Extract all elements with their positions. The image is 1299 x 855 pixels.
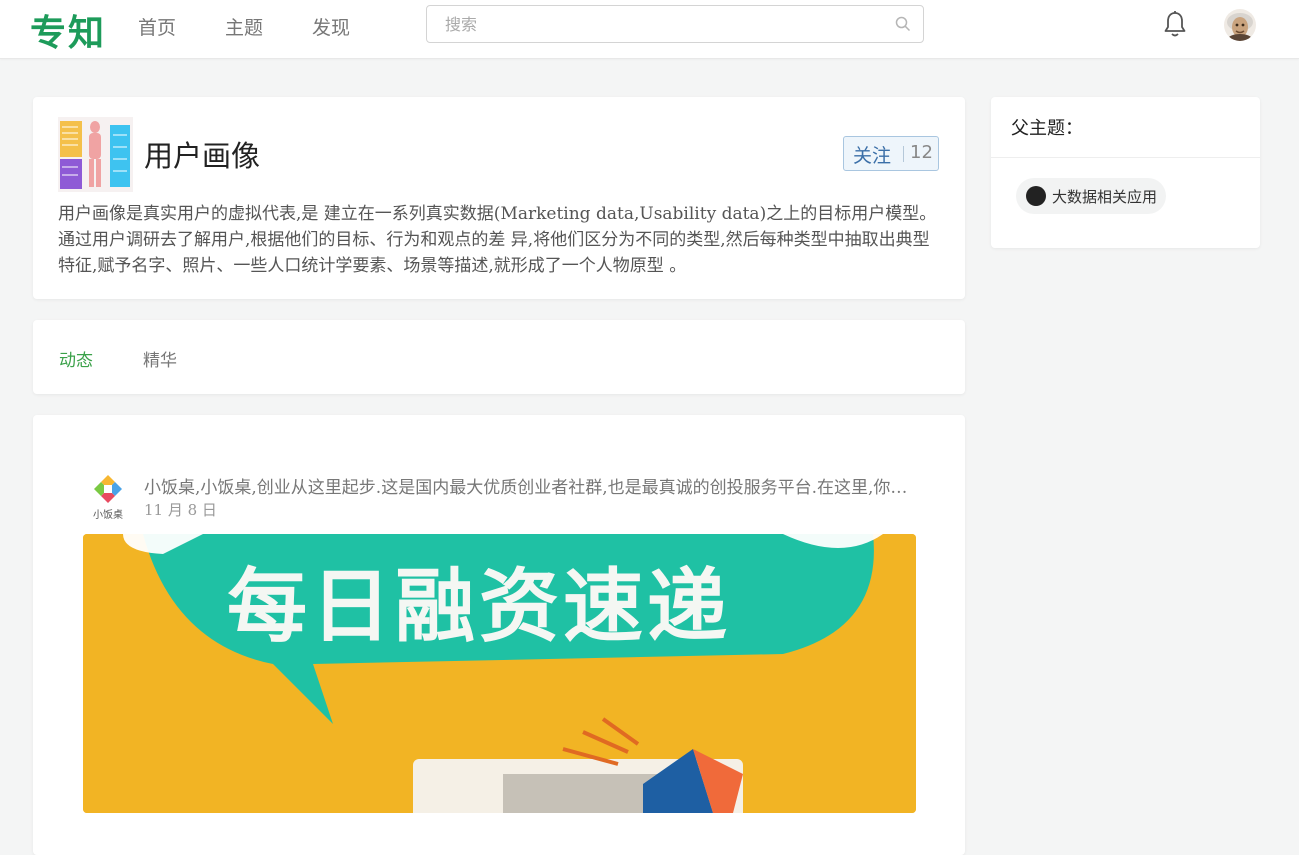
topic-description: 用户画像是真实用户的虚拟代表,是 建立在一系列真实数据(Marketing da… <box>58 204 937 276</box>
parent-topic-label: 大数据相关应用 <box>1052 188 1158 206</box>
top-navigation-bar: 专知 首页 主题 发现 <box>0 0 1299 59</box>
cover-headline: 每日融资速递 <box>227 560 731 653</box>
source-logo-icon <box>94 475 122 503</box>
topic-thumbnail <box>58 117 133 192</box>
nav-discover[interactable]: 发现 <box>312 13 350 40</box>
topic-avatar-icon <box>1026 186 1046 206</box>
follow-label: 关注 <box>853 145 892 167</box>
nav-home[interactable]: 首页 <box>138 13 176 40</box>
tab-activity[interactable]: 动态 <box>59 346 93 371</box>
tab-featured[interactable]: 精华 <box>143 346 177 371</box>
article-cover-image[interactable]: 每日融资速递 <box>83 534 916 813</box>
source-name[interactable]: 小饭桌,小饭桌,创业从这里起步.这是国内最大优质创业者社群,也是最真诚的创投服务… <box>144 473 919 498</box>
feed-item-card: 小饭桌 小饭桌,小饭桌,创业从这里起步.这是国内最大优质创业者社群,也是最真诚的… <box>33 415 965 855</box>
topic-header-card: 用户画像 关注 12 用户画像是真实用户的虚拟代表,是 建立在一系列真实数据(M… <box>33 97 965 299</box>
nav-topics[interactable]: 主题 <box>225 13 263 40</box>
notification-bell-icon[interactable] <box>1162 10 1188 38</box>
feed-tabs: 动态 精华 <box>33 320 965 394</box>
source-logo-caption: 小饭桌 <box>93 510 123 521</box>
site-logo[interactable]: 专知 <box>30 4 106 56</box>
post-date: 11 月 8 日 <box>144 501 217 519</box>
avatar-portrait-icon <box>1224 9 1256 41</box>
search-box <box>426 5 924 43</box>
parent-topic-card: 父主题： 大数据相关应用 <box>991 97 1260 248</box>
search-icon[interactable] <box>895 16 911 32</box>
search-input[interactable] <box>427 6 903 42</box>
source-logo[interactable]: 小饭桌 <box>89 473 127 521</box>
follow-divider <box>903 146 904 162</box>
user-avatar[interactable] <box>1224 9 1256 41</box>
parent-topic-tag[interactable]: 大数据相关应用 <box>1016 178 1166 214</box>
follower-count: 12 <box>910 142 933 163</box>
divider <box>991 157 1260 158</box>
topic-title: 用户画像 <box>144 139 261 173</box>
follow-button[interactable]: 关注 12 <box>843 136 939 171</box>
parent-topic-heading: 父主题： <box>1011 118 1083 139</box>
